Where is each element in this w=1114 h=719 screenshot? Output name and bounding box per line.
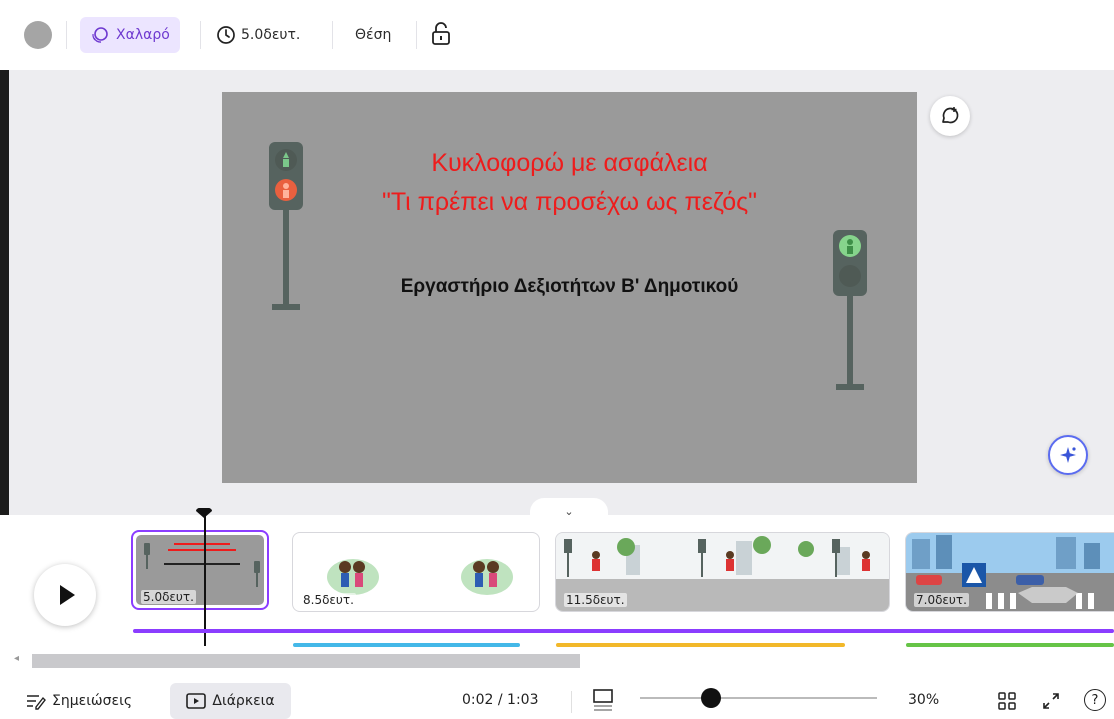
duration-toggle[interactable]: Διάρκεια [170,683,291,719]
playhead[interactable] [204,516,206,646]
main-track-bar [133,629,1114,633]
clip-duration: 7.0δευτ. [914,593,969,607]
scroll-left-arrow[interactable]: ◂ [14,653,19,664]
duration-button[interactable]: 5.0δευτ. [216,17,300,53]
scrollbar-thumb[interactable] [32,654,580,668]
timeline-clip-3[interactable]: 11.5δευτ. [555,532,890,612]
bottom-divider [571,691,572,713]
toolbar-divider [66,21,67,49]
color-swatch[interactable] [24,21,52,49]
help-label: ? [1091,692,1099,708]
toolbar-divider [416,21,417,49]
timeline-clip-2[interactable]: 8.5δευτ. [292,532,540,612]
grid-view-icon[interactable] [998,692,1016,710]
zoom-slider-knob[interactable] [701,688,721,708]
fullscreen-icon[interactable] [1042,692,1060,710]
duration-label: 5.0δευτ. [241,27,301,43]
side-panel-rail [0,70,9,515]
play-button[interactable] [34,564,96,626]
playhead-handle[interactable] [196,508,212,518]
toolbar-divider [200,21,201,49]
animation-label: Χαλαρό [116,27,170,43]
chevron-down-icon[interactable]: ⌄ [530,498,608,518]
time-readout: 0:02 / 1:03 [462,692,539,708]
audio-track-bar[interactable] [906,643,1114,647]
help-icon[interactable]: ? [1084,689,1106,711]
magic-sparkle-icon[interactable] [1048,435,1088,475]
position-button[interactable]: Θέση [355,17,391,53]
slide-title[interactable]: Κυκλοφορώ με ασφάλεια "Τι πρέπει να προσ… [222,144,917,222]
zoom-slider-track[interactable] [640,697,877,699]
duration-label: Διάρκεια [212,693,275,709]
audio-track-bar[interactable] [293,643,520,647]
clip-duration: 8.5δευτ. [301,593,356,607]
lock-icon[interactable] [430,22,452,50]
animation-icon [90,25,110,45]
clip-duration: 11.5δευτ. [564,593,627,607]
audio-track-bar[interactable] [556,643,845,647]
position-label: Θέση [355,27,392,43]
clock-icon [216,25,236,45]
notes-label: Σημειώσεις [52,693,133,709]
animation-button[interactable]: Χαλαρό [80,17,180,53]
clip-duration: 5.0δευτ. [141,590,196,604]
timeline-clip-1[interactable]: 5.0δευτ. [131,530,269,610]
zoom-level: 30% [908,692,940,708]
layout-icon[interactable] [592,688,614,712]
play-icon [60,585,75,605]
notes-icon [27,695,46,710]
toolbar-divider [332,21,333,49]
duration-icon [186,693,207,709]
slide-subtitle[interactable]: Εργαστήριο Δεξιοτήτων Β' Δημοτικού [222,276,917,298]
slide-canvas[interactable]: Κυκλοφορώ με ασφάλεια "Τι πρέπει να προσ… [222,92,917,483]
timeline-scrollbar[interactable]: ◂ [8,652,1108,670]
bottom-bar: Σημειώσεις Διάρκεια 0:02 / 1:03 [0,683,1114,719]
notes-button[interactable]: Σημειώσεις [26,692,132,710]
comment-add-icon[interactable] [930,96,970,136]
timeline-clip-4[interactable]: 7.0δευτ. [905,532,1114,612]
traffic-light-right [833,230,867,390]
editor-toolbar: Χαλαρό 5.0δευτ. Θέση [0,0,1114,70]
